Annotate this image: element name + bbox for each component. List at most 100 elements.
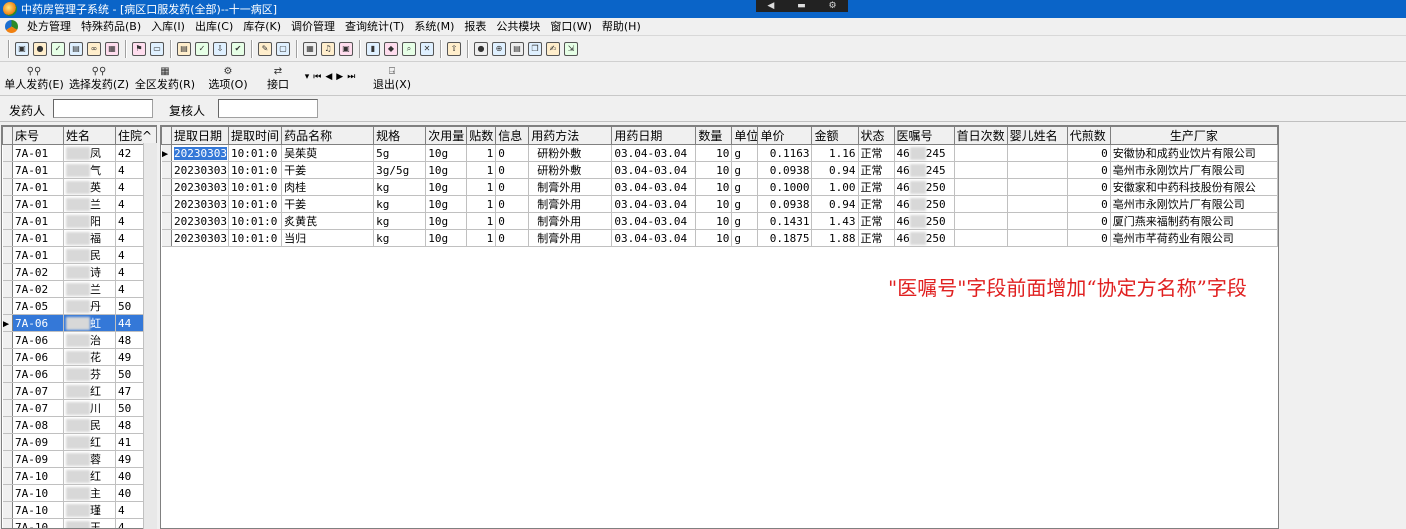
check-box-icon[interactable]: ✓	[51, 41, 65, 56]
monitor-icon[interactable]: ▢	[276, 41, 290, 56]
dropdown-icon[interactable]: ▾	[305, 72, 314, 82]
pen-icon[interactable]: ✍	[546, 41, 560, 56]
order-row[interactable]: 20230303 10:01:0 当归 kg 10g 1 0 制膏外用 03.04-03.04 1…	[161, 229, 1278, 247]
menu-stock-in[interactable]: 入库(I)	[147, 18, 191, 36]
zoom-icon[interactable]: ⊕	[492, 41, 506, 56]
col-info[interactable]: 信息	[495, 126, 530, 145]
last-record-icon[interactable]: ⏭	[347, 72, 359, 82]
order-row[interactable]: 20230303 10:01:0 肉桂 kg 10g 1 0 制膏外用 03.04-03.04 1…	[161, 178, 1278, 196]
menu-reports[interactable]: 报表	[460, 18, 492, 36]
menu-help[interactable]: 帮助(H)	[598, 18, 647, 36]
patient-row[interactable]: 7A-10x玉4	[2, 518, 156, 528]
system-menu-icon[interactable]	[5, 20, 18, 33]
remote-control-bar[interactable]: ◀ ▬ ⚙	[756, 0, 848, 12]
col-manufacturer[interactable]: 生产厂家	[1109, 126, 1278, 145]
patient-row[interactable]: 7A-02x诗4	[2, 263, 156, 281]
col-unit[interactable]: 单位	[731, 126, 759, 145]
dispenser-input[interactable]	[53, 99, 153, 118]
file-arrow-icon[interactable]: ⇩	[213, 41, 227, 56]
order-row[interactable]: 20230303 10:01:0 干姜 3g/5g 10g 1 0 研粉外敷 03.04-03.…	[161, 161, 1278, 179]
col-extract-time[interactable]: 提取时间	[228, 126, 283, 145]
patient-row[interactable]: 7A-07x川50	[2, 399, 156, 417]
col-name[interactable]: 姓名	[63, 126, 116, 145]
card-icon[interactable]: ▭	[150, 41, 164, 56]
patient-scrollbar[interactable]	[143, 143, 157, 529]
bicycle-icon[interactable]: ∞	[87, 41, 101, 56]
reviewer-input[interactable]	[218, 99, 318, 118]
edit-icon[interactable]: ✎	[258, 41, 272, 56]
order-row[interactable]: 20230303 10:01:0 干姜 kg 10g 1 0 制膏外用 03.04-03.04 1…	[161, 195, 1278, 213]
menu-public-module[interactable]: 公共模块	[492, 18, 546, 36]
back-icon[interactable]: ◀	[767, 1, 774, 11]
interface-button[interactable]: ⇄ 接口	[264, 65, 292, 93]
photo-icon[interactable]: ▣	[339, 41, 353, 56]
report-icon[interactable]: ▤	[177, 41, 191, 56]
col-admission[interactable]: 住院^	[115, 126, 156, 145]
menu-system[interactable]: 系统(M)	[410, 18, 460, 36]
col-first-day[interactable]: 首日次数	[953, 126, 1008, 145]
order-row[interactable]: 20230303 10:01:0 炙黄芪 kg 10g 1 0 制膏外用 03.04-03.04…	[161, 212, 1278, 230]
col-baby-name[interactable]: 婴儿姓名	[1006, 126, 1068, 145]
col-method[interactable]: 用药方法	[528, 126, 613, 145]
extract-date-cell[interactable]: 20230303	[171, 144, 230, 162]
patient-row[interactable]: 7A-07x红47	[2, 382, 156, 400]
col-bed[interactable]: 床号	[12, 126, 64, 145]
col-packs[interactable]: 贴数	[466, 126, 497, 145]
upload-icon[interactable]: ⇧	[447, 41, 461, 56]
print-icon[interactable]: ▣	[15, 41, 29, 56]
first-record-icon[interactable]: ⏮	[313, 72, 325, 82]
patient-row[interactable]: 7A-09x红41	[2, 433, 156, 451]
menu-inventory[interactable]: 库存(K)	[239, 18, 287, 36]
grid-icon[interactable]: ▦	[105, 41, 119, 56]
col-drug-name[interactable]: 药品名称	[281, 126, 375, 145]
col-spec[interactable]: 规格	[373, 126, 427, 145]
flag-icon[interactable]: ⚑	[132, 41, 146, 56]
col-price[interactable]: 单价	[757, 126, 813, 145]
export-icon[interactable]: ⇲	[564, 41, 578, 56]
col-order-no[interactable]: 医嘱号	[893, 126, 955, 145]
trash-icon[interactable]: ▮	[366, 41, 380, 56]
patient-row[interactable]: 7A-10x瑾4	[2, 501, 156, 519]
menu-special-drugs[interactable]: 特殊药品(B)	[77, 18, 147, 36]
menu-query-stats[interactable]: 查询统计(T)	[341, 18, 410, 36]
patient-row[interactable]: 7A-01x兰4	[2, 195, 156, 213]
patient-row[interactable]: 7A-01x民4	[2, 246, 156, 264]
ward-dispense-button[interactable]: ▦ 全区发药(R)	[134, 65, 196, 93]
options-button[interactable]: ⚙ 选项(O)	[208, 65, 248, 93]
minimize-icon[interactable]: ▬	[797, 1, 806, 11]
settings-icon[interactable]: ⚙	[829, 1, 837, 11]
patient-row[interactable]: 7A-06x芬50	[2, 365, 156, 383]
windows-icon[interactable]: ❐	[528, 41, 542, 56]
disk-icon[interactable]: ●	[474, 41, 488, 56]
menu-window[interactable]: 窗口(W)	[546, 18, 597, 36]
single-dispense-button[interactable]: ⚲⚲ 单人发药(E)	[4, 65, 64, 93]
menu-stock-out[interactable]: 出库(C)	[191, 18, 239, 36]
orders-grid[interactable]: 提取日期 提取时间 药品名称 规格 次用量 贴数 信息 用药方法 用药日期 数量…	[160, 125, 1279, 529]
patient-row[interactable]: 7A-02x兰4	[2, 280, 156, 298]
bell-icon[interactable]: ♫	[321, 41, 335, 56]
tag-icon[interactable]: ◆	[384, 41, 398, 56]
patient-row[interactable]: 7A-06x花49	[2, 348, 156, 366]
confirm-icon[interactable]: ✔	[231, 41, 245, 56]
col-dose[interactable]: 次用量	[425, 126, 468, 145]
col-decoct[interactable]: 代煎数	[1066, 126, 1111, 145]
close-box-icon[interactable]: ✕	[420, 41, 434, 56]
patient-row[interactable]: 7A-05x丹50	[2, 297, 156, 315]
patient-row[interactable]: 7A-01x阳4	[2, 212, 156, 230]
prev-record-icon[interactable]: ◀	[325, 72, 336, 82]
next-record-icon[interactable]: ▶	[336, 72, 347, 82]
patient-row[interactable]: 7A-09x蓉49	[2, 450, 156, 468]
col-status[interactable]: 状态	[857, 126, 895, 145]
col-qty[interactable]: 数量	[695, 126, 733, 145]
patient-row[interactable]: 7A-10x主40	[2, 484, 156, 502]
col-extract-date[interactable]: 提取日期	[170, 126, 230, 145]
menu-prescription[interactable]: 处方管理	[23, 18, 77, 36]
exit-button[interactable]: ⍈ 退出(X)	[372, 65, 412, 93]
document-icon[interactable]: ▤	[69, 41, 83, 56]
patient-row[interactable]: 7A-06x治48	[2, 331, 156, 349]
patient-row[interactable]: 7A-01x福4	[2, 229, 156, 247]
table-icon[interactable]: ▦	[303, 41, 317, 56]
patient-row[interactable]: 7A-01x英4	[2, 178, 156, 196]
magnifier-icon[interactable]: ⌕	[402, 41, 416, 56]
select-dispense-button[interactable]: ⚲⚲ 选择发药(Z)	[68, 65, 130, 93]
